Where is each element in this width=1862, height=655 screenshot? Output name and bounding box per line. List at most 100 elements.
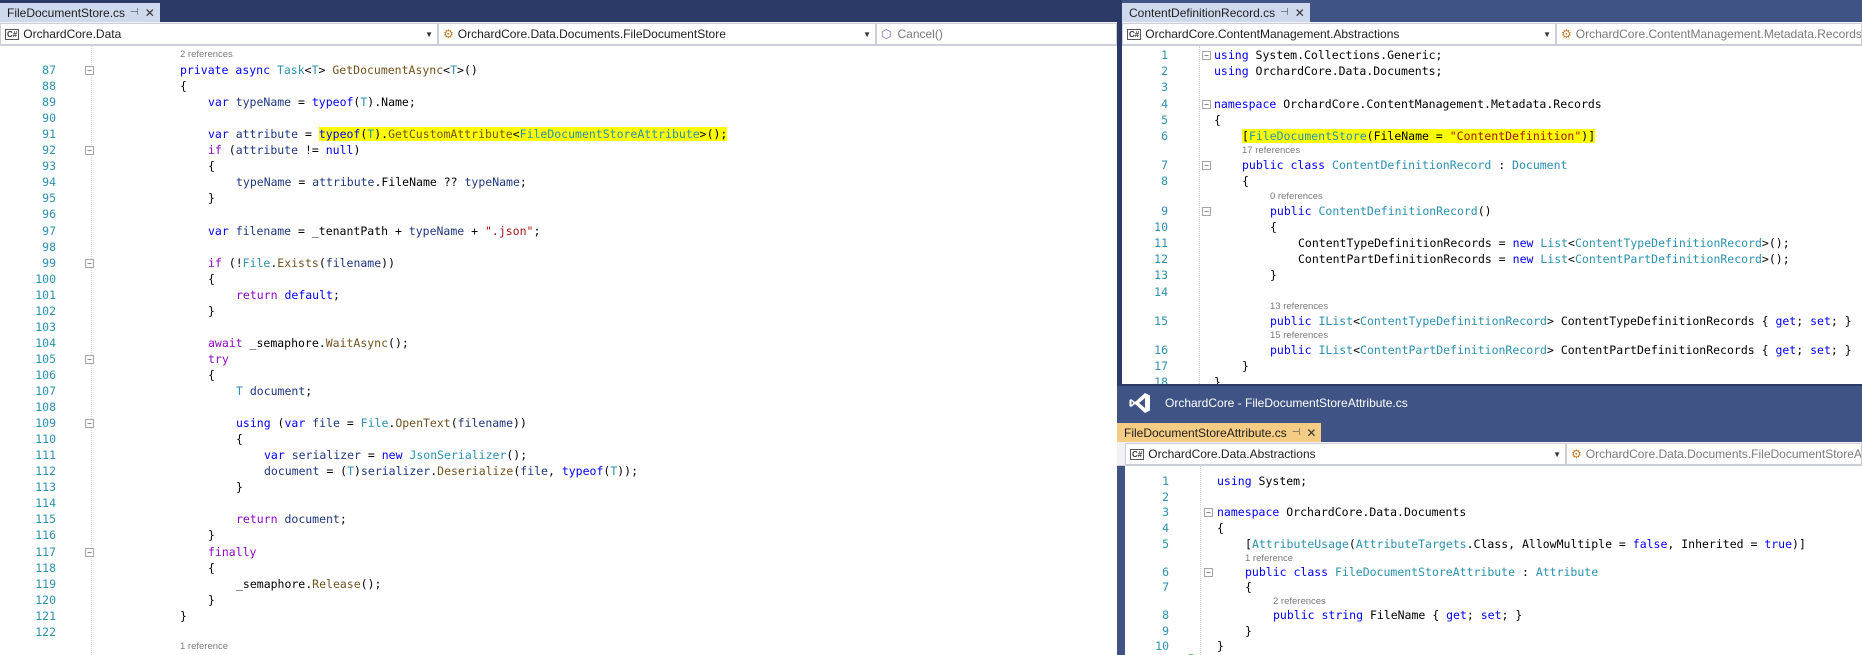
code-token: T [236, 384, 250, 398]
codelens-references[interactable]: 15 references [1270, 330, 1328, 342]
line-number: 121 [35, 608, 56, 623]
line-number: 98 [42, 239, 56, 254]
pin-icon[interactable]: ⊣ [130, 7, 139, 18]
code-line: 9} [1125, 623, 1862, 639]
code-token: file [312, 416, 340, 431]
code-line: 121} [0, 608, 1117, 624]
code-token: ".json" [484, 223, 534, 238]
collapse-toggle-icon[interactable]: − [1204, 508, 1213, 518]
code-editor-left[interactable]: 2 references 87− private async Task<T> Get… [0, 46, 1117, 655]
type-dropdown[interactable]: ⚙ OrchardCore.Data.Documents.FileDocument… [438, 23, 876, 45]
type-dropdown[interactable]: ⚙ OrchardCore.Data.Documents.FileDocument… [1566, 443, 1862, 465]
code-editor-bottom-right[interactable]: 1 using System; 2 3− namespace OrchardCore.D… [1125, 466, 1862, 655]
code-token: serializer [360, 464, 431, 479]
code-token: T [347, 464, 355, 479]
collapse-toggle-icon[interactable]: − [85, 146, 94, 156]
code-token: > ContentTypeDefinitionRecords { [1546, 313, 1776, 328]
pin-icon[interactable]: ⊣ [1292, 427, 1301, 438]
member-dropdown[interactable]: ⬡ Cancel() [876, 23, 1117, 45]
line-number: 112 [35, 464, 56, 479]
code-text: { [180, 78, 187, 94]
code-token: ; [1796, 313, 1811, 328]
code-token: = [339, 416, 361, 431]
code-token: System; [1258, 474, 1308, 488]
collapse-toggle-icon[interactable]: − [1202, 51, 1211, 60]
visual-studio-logo-icon [1127, 390, 1153, 416]
collapse-toggle-icon[interactable]: − [85, 354, 94, 364]
code-token: using [236, 416, 278, 431]
line-number: 110 [35, 432, 56, 447]
codelens-references[interactable]: 0 references [1270, 191, 1323, 203]
code-text: { [1270, 219, 1277, 235]
tab-filedocumentstore[interactable]: FileDocumentStore.cs ⊣ ✕ [0, 3, 160, 22]
code-token: { [1270, 219, 1277, 234]
collapse-toggle-icon[interactable]: − [1202, 99, 1211, 109]
code-token: [ [1245, 536, 1252, 551]
codelens-references[interactable]: 17 references [1242, 145, 1300, 157]
code-token: GetDocumentAsync [332, 63, 444, 77]
code-token: _semaphore. [249, 335, 326, 350]
close-tab-icon[interactable]: ✕ [144, 6, 156, 20]
code-token: >() [457, 63, 478, 77]
namespace-dropdown[interactable]: ⚙ OrchardCore.ContentManagement.Metadata.… [1556, 23, 1862, 45]
code-line: 98 [0, 239, 1117, 255]
collapse-toggle-icon[interactable]: − [85, 547, 94, 557]
collapse-toggle-icon[interactable]: − [1204, 567, 1213, 577]
code-text: T document; [236, 383, 312, 399]
code-text: using OrchardCore.Data.Documents; [1214, 63, 1442, 79]
codelens-references[interactable]: 13 references [1270, 301, 1328, 313]
tab-contentdefinitionrecord[interactable]: ContentDefinitionRecord.cs ⊣ ✕ [1122, 3, 1310, 22]
code-token: ; [339, 512, 347, 527]
code-token: var [208, 127, 236, 142]
project-dropdown[interactable]: C# OrchardCore.Data ▼ [0, 23, 438, 45]
code-text: return document; [236, 511, 347, 527]
pin-icon[interactable]: ⊣ [1280, 7, 1289, 18]
code-token: < [1353, 343, 1361, 357]
project-dropdown[interactable]: C# OrchardCore.ContentManagement.Abstract… [1122, 23, 1556, 45]
code-text: } [1270, 267, 1277, 283]
code-text: } [236, 479, 243, 495]
code-line: 112 document = (T)serializer.Deserialize(… [0, 463, 1117, 479]
collapse-toggle-icon[interactable]: − [85, 419, 94, 429]
code-line: 107 T document; [0, 383, 1117, 399]
project-dropdown[interactable]: C# OrchardCore.Data.Abstractions ▼ [1125, 443, 1566, 465]
code-token: ; [533, 223, 541, 238]
line-number: 3 [1162, 505, 1169, 520]
code-token: = [298, 127, 319, 142]
code-line: 102} [0, 303, 1117, 319]
codelens-references[interactable]: 1 reference [180, 641, 228, 653]
code-token: { [208, 367, 215, 382]
line-number: 97 [42, 223, 56, 238]
close-tab-icon[interactable]: ✕ [1294, 6, 1306, 20]
code-line: 106 { [0, 367, 1117, 383]
codelens-references[interactable]: 2 references [180, 49, 233, 61]
chevron-down-icon: ▼ [1543, 29, 1551, 39]
collapse-toggle-icon[interactable]: − [1202, 206, 1211, 216]
code-token: _semaphore. [236, 576, 313, 591]
line-number: 8 [1161, 174, 1168, 189]
bottom-right-tab-strip: FileDocumentStoreAttribute.cs ⊣ ✕ [1117, 420, 1862, 442]
code-line: 2 [1125, 489, 1862, 505]
close-tab-icon[interactable]: ✕ [1305, 426, 1317, 440]
code-token: AttributeTargets [1355, 536, 1467, 551]
collapse-toggle-icon[interactable]: − [85, 258, 94, 268]
collapse-toggle-icon[interactable]: − [1202, 161, 1211, 171]
code-token: )] [1581, 129, 1596, 143]
collapse-toggle-icon[interactable]: − [85, 66, 94, 75]
line-number: 2 [1162, 489, 1169, 504]
code-line: 88 { [0, 78, 1117, 94]
code-token: filename [325, 255, 382, 270]
code-token: document [264, 464, 320, 479]
code-token: ) [354, 464, 361, 479]
line-number: 113 [35, 480, 56, 495]
code-token: IList [1318, 313, 1354, 328]
code-token: class [1293, 564, 1336, 579]
code-token: , Inherited = [1667, 536, 1765, 551]
code-line: 12 ContentPartDefinitionRecords = new Lis… [1122, 251, 1862, 267]
code-line: 5{ [1122, 112, 1862, 128]
code-editor-top-right[interactable]: 1− using System.Collections.Generic; 2 usin… [1122, 46, 1862, 384]
code-token: >(); [699, 127, 728, 142]
tab-filedocumentstoreattribute[interactable]: FileDocumentStoreAttribute.cs ⊣ ✕ [1117, 423, 1322, 442]
window-title-bar[interactable]: OrchardCore - FileDocumentStoreAttribute… [1117, 386, 1862, 420]
code-line: 91 var attribute = typeof(T).GetCustomAtt… [0, 126, 1117, 142]
